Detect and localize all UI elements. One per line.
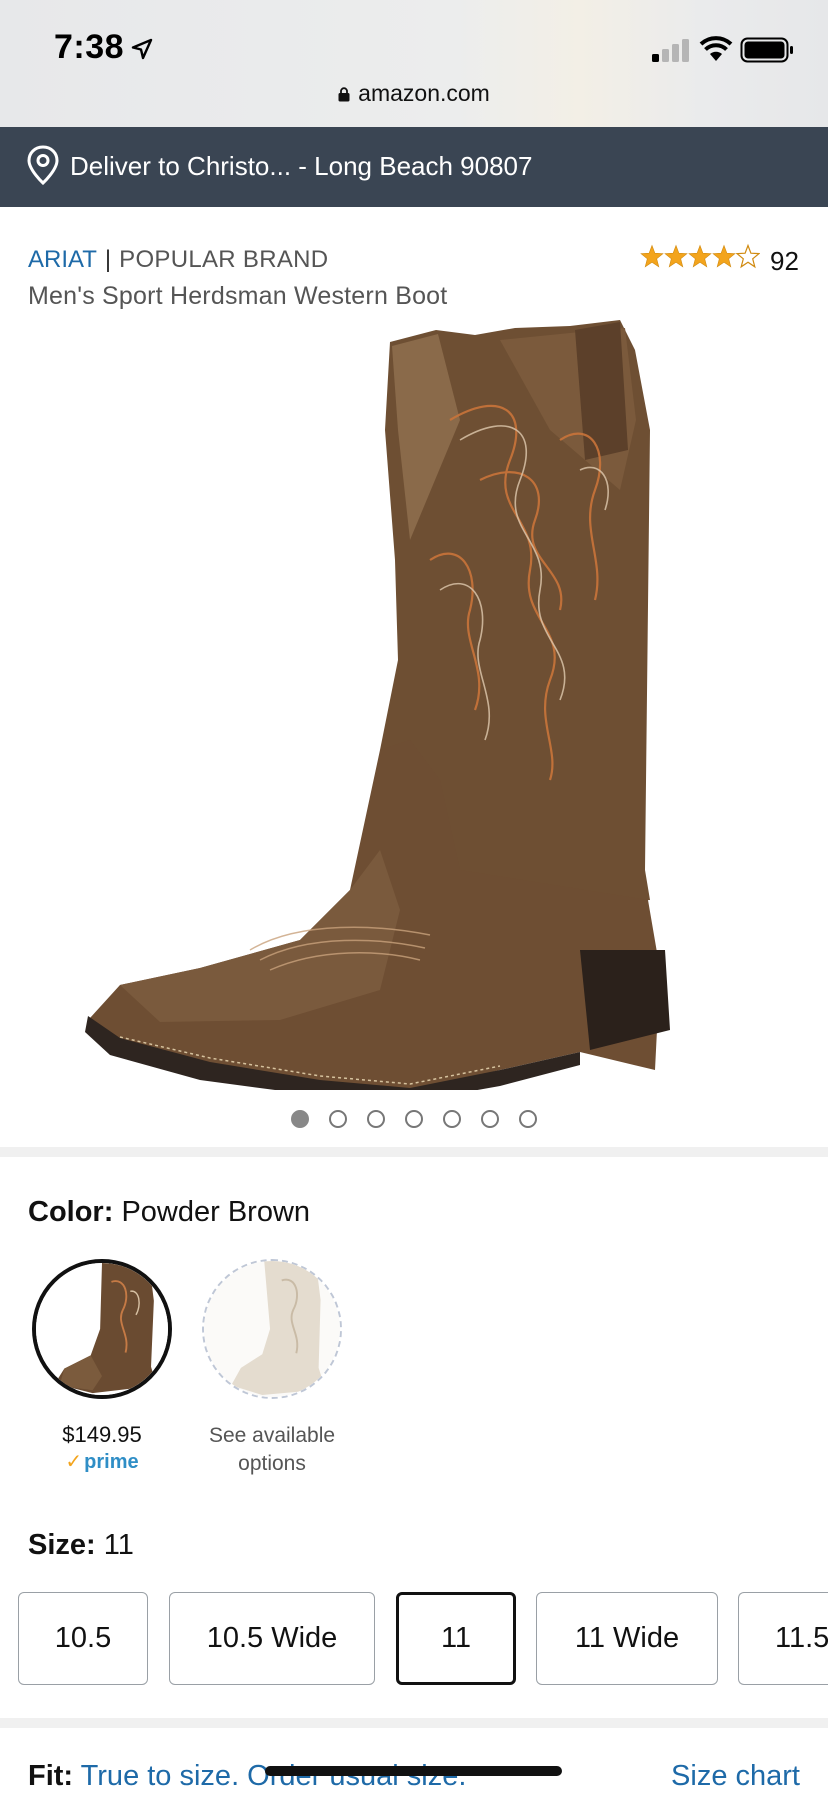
carousel-dot[interactable] [481,1110,499,1128]
section-divider-2 [0,1718,828,1728]
home-indicator[interactable] [265,1766,562,1776]
brand-separator: | [104,246,112,273]
prime-check-icon: ✓ [65,1451,83,1473]
prime-label: prime [84,1451,139,1473]
lock-icon [338,87,350,102]
size-option-11-5[interactable]: 11.5 [738,1592,828,1685]
carousel-dot[interactable] [443,1110,461,1128]
size-option-10-5-wide[interactable]: 10.5 Wide [169,1592,375,1685]
deliver-address: Deliver to Christo... - Long Beach 90807 [70,151,533,181]
deliver-to-bar[interactable]: Deliver to Christo... - Long Beach 90807 [0,127,828,207]
size-value: 11 [103,1529,134,1561]
product-image[interactable] [80,310,760,1090]
carousel-dot[interactable] [329,1110,347,1128]
cellular-signal-icon [652,39,689,62]
fit-text-link[interactable]: True to size. Order usual size. [81,1760,467,1792]
fit-info: Fit: True to size. Order usual size. [28,1760,466,1793]
rating-count[interactable]: 92 [770,246,799,277]
boot-thumbnail-light-icon [204,1261,340,1397]
see-available-options[interactable]: See available options [192,1422,352,1478]
color-label: Color: Powder Brown [28,1196,310,1229]
location-pin-icon [27,145,59,185]
star-rating-icon[interactable] [640,242,760,270]
address-bar[interactable]: amazon.com [0,80,828,107]
carousel-dot[interactable] [519,1110,537,1128]
color-swatch-alt[interactable] [202,1259,342,1399]
image-carousel-dots [0,1110,828,1128]
size-label: Size: 11 [28,1529,134,1562]
brand-link[interactable]: ARIAT [28,246,97,273]
carousel-dot[interactable] [291,1110,309,1128]
carousel-dot[interactable] [367,1110,385,1128]
size-option-11-wide[interactable]: 11 Wide [536,1592,718,1685]
color-swatch-powder-brown[interactable] [32,1259,172,1399]
location-arrow-icon [131,38,153,60]
size-chart-link[interactable]: Size chart [671,1760,800,1793]
status-bar: 7:38 amazon.com [0,0,828,127]
clock-time: 7:38 [54,28,125,66]
wifi-icon [699,36,733,61]
url-text: amazon.com [358,80,490,106]
size-label-key: Size: [28,1529,96,1561]
brand-line: ARIAT | POPULAR BRAND [28,246,328,274]
prime-badge: ✓ prime [32,1449,172,1474]
size-option-10-5[interactable]: 10.5 [18,1592,148,1685]
product-title: Men's Sport Herdsman Western Boot [28,282,448,310]
section-divider [0,1147,828,1157]
popular-brand-badge: POPULAR BRAND [119,246,329,273]
carousel-dot[interactable] [405,1110,423,1128]
swatch-price: $149.95 [62,1422,142,1447]
color-label-key: Color: [28,1196,114,1228]
color-value: Powder Brown [121,1196,311,1228]
battery-icon [740,37,793,63]
size-option-11[interactable]: 11 [396,1592,516,1685]
boot-thumbnail-icon [36,1263,168,1395]
fit-label: Fit: [28,1760,74,1792]
